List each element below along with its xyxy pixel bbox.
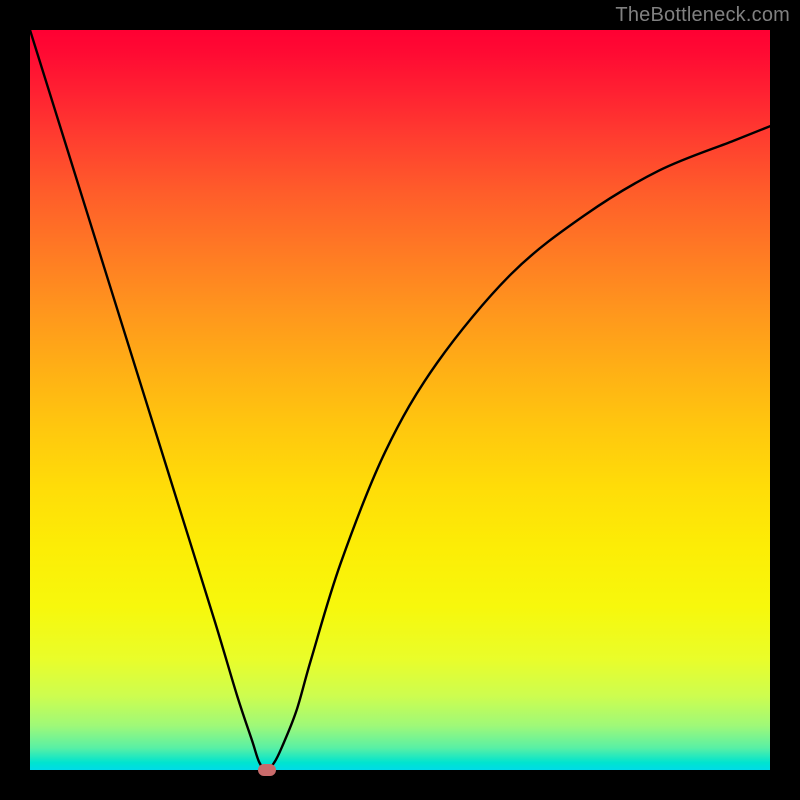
chart-frame: TheBottleneck.com <box>0 0 800 800</box>
plot-area <box>30 30 770 770</box>
bottleneck-curve <box>30 30 770 770</box>
minimum-marker <box>258 764 276 776</box>
curve-svg <box>30 30 770 770</box>
watermark-text: TheBottleneck.com <box>615 4 790 27</box>
